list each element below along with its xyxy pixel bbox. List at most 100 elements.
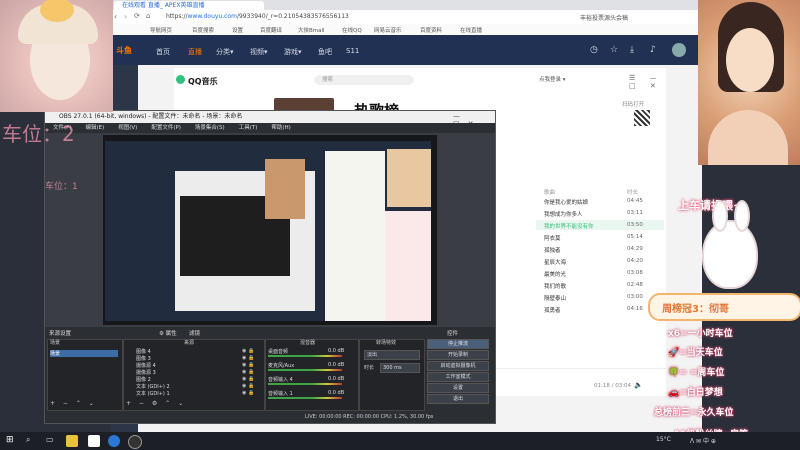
windows-start-icon[interactable]: ⊞ xyxy=(6,435,14,445)
music-login[interactable]: 点我登录 ▾ xyxy=(539,75,566,83)
mixer-channel-label: 桌面音频 xyxy=(268,349,289,355)
avatar[interactable] xyxy=(672,43,686,57)
transition-select[interactable]: 淡出 xyxy=(364,350,420,360)
nav-item-game[interactable]: 游戏▾ xyxy=(284,47,302,57)
source-controls[interactable]: + − ⚙ ⌃ ⌄ xyxy=(126,400,186,407)
download-icon[interactable]: ⤓ xyxy=(630,45,634,55)
nav-item-live[interactable]: 直播 xyxy=(188,47,202,57)
obs-control-button[interactable]: 开始录制 xyxy=(427,350,489,360)
search-icon[interactable]: ⌕ xyxy=(26,435,30,445)
menu-view[interactable]: 视图(V) xyxy=(118,125,137,131)
volume-meter[interactable] xyxy=(268,397,342,399)
song-title[interactable]: 我的世界不能没有你 xyxy=(544,222,594,230)
menu-help[interactable]: 帮助(H) xyxy=(271,125,290,131)
song-title[interactable]: 我们的歌 xyxy=(544,282,566,290)
song-title[interactable]: 孤勇者 xyxy=(544,306,561,314)
nav-item-category[interactable]: 分类▾ xyxy=(216,47,234,57)
task-view-icon[interactable]: ▭ xyxy=(46,435,54,444)
duration-input[interactable]: 300 ms xyxy=(380,363,420,373)
visibility-lock-icon[interactable]: ◉ 🔒 xyxy=(242,362,254,368)
bookmark-item[interactable]: 在线QQ xyxy=(342,26,362,34)
source-item[interactable]: 摄像源 3 xyxy=(136,369,156,376)
bell-icon[interactable]: ♪ xyxy=(650,45,656,55)
browser-icon[interactable] xyxy=(108,435,120,447)
visibility-lock-icon[interactable]: ◉ 🔒 xyxy=(242,355,254,361)
browser-tab[interactable]: 在线观看 直播_ APEX英雄直播 xyxy=(114,1,264,10)
volume-meter[interactable] xyxy=(268,369,342,371)
source-item[interactable]: 图像 2 xyxy=(136,376,151,383)
notepad-icon[interactable] xyxy=(88,435,100,447)
properties-button[interactable]: ⚙ 属性 xyxy=(159,329,177,337)
forward-icon[interactable]: › xyxy=(124,12,127,21)
navbar-user-area[interactable]: ◷ ☆ ⤓ ♪ xyxy=(580,39,700,63)
url-text[interactable]: https://www.douyu.com/9933940/_r=0.21054… xyxy=(166,13,349,20)
visibility-lock-icon[interactable]: ◉ 🔒 xyxy=(242,383,254,389)
qq-music-icon xyxy=(176,75,185,84)
toolbar-right-button[interactable]: 丰裕投票源头会稿 xyxy=(580,13,628,22)
menu-tools[interactable]: 工具(T) xyxy=(239,125,258,131)
obs-control-button[interactable]: 停止推流 xyxy=(427,339,489,349)
menu-edit[interactable]: 编辑(E) xyxy=(85,125,104,131)
home-icon[interactable]: ⌂ xyxy=(146,12,150,20)
obs-control-button[interactable]: 退出 xyxy=(427,394,489,404)
nav-item-yuba[interactable]: 鱼吧 xyxy=(318,47,332,57)
controls-label: 控件 xyxy=(447,331,459,337)
visibility-lock-icon[interactable]: ◉ 🔒 xyxy=(242,390,254,396)
menu-scene-collection[interactable]: 场景集合(S) xyxy=(195,125,225,131)
music-search-input[interactable]: 搜索 xyxy=(314,75,414,85)
menu-profile[interactable]: 配置文件(P) xyxy=(151,125,181,131)
star-icon[interactable]: ☆ xyxy=(610,45,618,55)
music-window-controls[interactable]: ☰ — □ ✕ xyxy=(629,74,666,90)
obs-control-button[interactable]: 启动虚拟摄像机 xyxy=(427,361,489,371)
qr-code[interactable] xyxy=(634,110,650,126)
file-explorer-icon[interactable] xyxy=(66,435,78,447)
volume-meter[interactable] xyxy=(268,383,342,385)
douyu-logo[interactable]: 斗鱼 xyxy=(116,45,132,56)
bookmark-item[interactable]: 百度资料 xyxy=(420,26,442,34)
visibility-lock-icon[interactable]: ◉ 🔒 xyxy=(242,348,254,354)
windows-taskbar: ⊞ ⌕ ▭ 15°C ᐱ ✉ 中 ⊕ xyxy=(0,432,800,450)
weather-text[interactable]: 15°C xyxy=(656,436,671,443)
visibility-lock-icon[interactable]: ◉ 🔒 xyxy=(242,369,254,375)
scene-controls[interactable]: + − ⌃ ⌄ xyxy=(50,400,97,407)
back-icon[interactable]: ‹ xyxy=(114,12,117,21)
bookmark-item[interactable]: 网易云音乐 xyxy=(374,26,402,34)
transitions-dock: 转场特效 淡出 时长 300 ms xyxy=(359,339,425,411)
song-title[interactable]: 阿衣莫 xyxy=(544,234,561,242)
source-item[interactable]: 摄像源 4 xyxy=(136,362,156,369)
nav-item-home[interactable]: 首页 xyxy=(156,47,170,57)
song-title[interactable]: 我想成为你多人 xyxy=(544,210,583,218)
song-title[interactable]: 你是我心爱的姑娘 xyxy=(544,198,588,206)
address-bar[interactable]: ‹ › ⟳ ⌂ https://www.douyu.com/9933940/_r… xyxy=(110,10,702,25)
browser-tabbar: 在线观看 直播_ APEX英雄直播 xyxy=(110,0,702,10)
nav-item-video[interactable]: 视频▾ xyxy=(250,47,268,57)
filters-button[interactable]: 滤镜 xyxy=(189,329,200,337)
obs-control-button[interactable]: 工作室模式 xyxy=(427,372,489,382)
bookmark-item[interactable]: 导航网页 xyxy=(150,26,172,34)
obs-preview[interactable]: 车位：1 xyxy=(45,135,437,325)
bookmark-item[interactable]: 设置 xyxy=(232,26,243,34)
bookmark-item[interactable]: 大侠Bmall xyxy=(298,26,325,34)
preview-streamer-cam xyxy=(387,149,431,207)
refresh-icon[interactable]: ⟳ xyxy=(134,12,140,20)
song-title[interactable]: 孤独者 xyxy=(544,246,561,254)
bookmark-item[interactable]: 百度翻译 xyxy=(260,26,282,34)
source-item[interactable]: 图像 4 xyxy=(136,348,151,355)
visibility-lock-icon[interactable]: ◉ 🔒 xyxy=(242,376,254,382)
song-title[interactable]: 隔壁泰山 xyxy=(544,294,566,302)
song-title[interactable]: 星辰大海 xyxy=(544,258,566,266)
history-icon[interactable]: ◷ xyxy=(590,45,598,55)
bunny-mascot xyxy=(702,200,758,289)
tray-icons[interactable]: ᐱ ✉ 中 ⊕ xyxy=(690,436,716,445)
source-item[interactable]: 图像 3 xyxy=(136,355,151,362)
bookmark-item[interactable]: 百度搜索 xyxy=(192,26,214,34)
volume-meter[interactable] xyxy=(268,355,342,357)
source-item[interactable]: 文本 (GDI+) 1 xyxy=(136,390,170,397)
obs-control-button[interactable]: 设置 xyxy=(427,383,489,393)
bookmark-item[interactable]: 在线直播 xyxy=(460,26,482,34)
song-title[interactable]: 最美的光 xyxy=(544,270,566,278)
scene-item[interactable]: 场景 xyxy=(50,350,118,357)
source-item[interactable]: 文本 (GDI+) 2 xyxy=(136,383,170,390)
obs-icon[interactable] xyxy=(128,435,142,449)
nav-item-s11[interactable]: S11 xyxy=(346,47,359,55)
